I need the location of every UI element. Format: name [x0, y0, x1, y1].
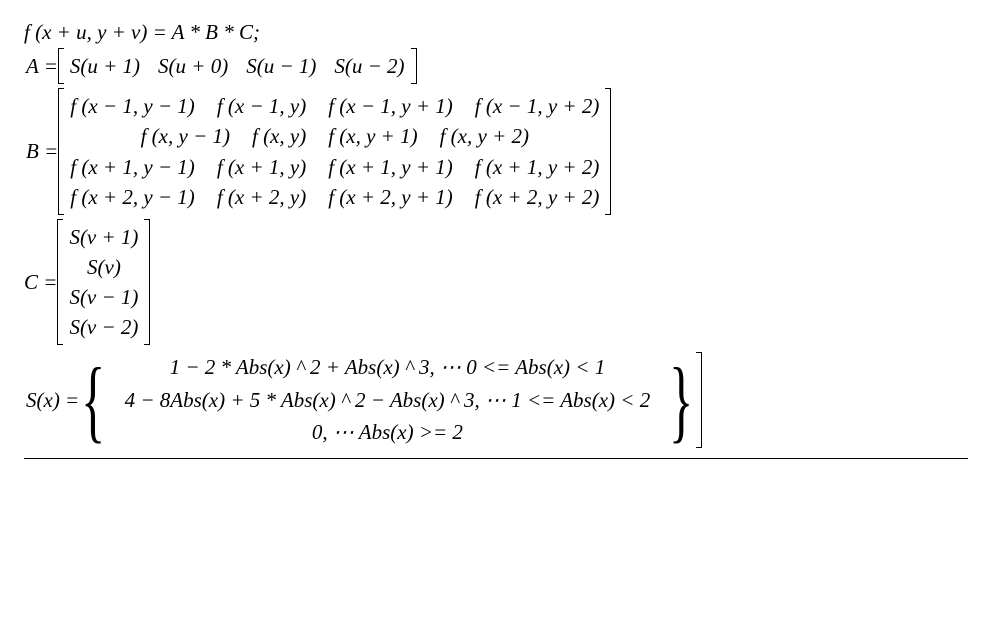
right-bracket-icon [605, 88, 611, 215]
equation-f-definition: f (x + u, y + v) = A * B * C; [24, 20, 968, 44]
c-cell: S(v + 1) [69, 222, 138, 252]
a-cell: S(u − 2) [334, 51, 404, 81]
a-matrix-body: S(u + 1) S(u + 0) S(u − 1) S(u − 2) [64, 48, 411, 84]
b-cell: f (x, y − 1) [141, 121, 230, 151]
a-matrix: S(u + 1) S(u + 0) S(u − 1) S(u − 2) [58, 48, 417, 84]
b-cell: f (x + 2, y + 1) [328, 182, 453, 212]
b-row: f (x, y − 1) f (x, y) f (x, y + 1) f (x,… [70, 121, 599, 151]
b-cell: f (x + 2, y) [217, 182, 306, 212]
s-case: 0, ⋯ Abs(x) >= 2 [113, 417, 661, 447]
s-cases-body: 1 − 2 * Abs(x) ^ 2 + Abs(x) ^ 3, ⋯ 0 <= … [107, 349, 667, 449]
b-matrix: f (x − 1, y − 1) f (x − 1, y) f (x − 1, … [58, 88, 611, 215]
b-row: f (x + 1, y − 1) f (x + 1, y) f (x + 1, … [70, 152, 599, 182]
a-row: S(u + 1) S(u + 0) S(u − 1) S(u − 2) [70, 51, 405, 81]
s-cases: { 1 − 2 * Abs(x) ^ 2 + Abs(x) ^ 3, ⋯ 0 <… [79, 349, 695, 449]
eq-text: f (x + u, y + v) = A * B * C; [24, 20, 260, 44]
b-cell: f (x − 1, y) [217, 91, 306, 121]
a-cell: S(u + 0) [158, 51, 228, 81]
a-lhs: A = [24, 54, 58, 78]
b-cell: f (x − 1, y + 1) [328, 91, 453, 121]
left-brace-icon: { [81, 349, 105, 449]
b-cell: f (x − 1, y + 2) [475, 91, 600, 121]
bottom-divider [24, 458, 968, 459]
c-lhs: C = [24, 270, 57, 294]
b-cell: f (x, y) [252, 121, 306, 151]
b-cell: f (x, y + 2) [440, 121, 529, 151]
c-matrix: S(v + 1) S(v) S(v − 1) S(v − 2) [57, 219, 150, 346]
right-brace-icon: } [669, 349, 693, 449]
a-cell: S(u + 1) [70, 51, 140, 81]
b-cell: f (x + 1, y) [217, 152, 306, 182]
b-row: f (x − 1, y − 1) f (x − 1, y) f (x − 1, … [70, 91, 599, 121]
b-row: f (x + 2, y − 1) f (x + 2, y) f (x + 2, … [70, 182, 599, 212]
b-cell: f (x + 2, y + 2) [475, 182, 600, 212]
b-cell: f (x + 1, y + 2) [475, 152, 600, 182]
right-bracket-icon [411, 48, 417, 84]
b-cell: f (x + 1, y − 1) [70, 152, 195, 182]
equation-s: S(x) = { 1 − 2 * Abs(x) ^ 2 + Abs(x) ^ 3… [24, 349, 968, 449]
b-cell: f (x + 1, y + 1) [328, 152, 453, 182]
s-lhs: S(x) = [24, 388, 79, 412]
b-lhs: B = [24, 139, 58, 163]
a-cell: S(u − 1) [246, 51, 316, 81]
c-cell: S(v) [69, 252, 138, 282]
c-cell: S(v − 2) [69, 312, 138, 342]
b-matrix-body: f (x − 1, y − 1) f (x − 1, y) f (x − 1, … [64, 88, 605, 215]
s-case: 1 − 2 * Abs(x) ^ 2 + Abs(x) ^ 3, ⋯ 0 <= … [113, 352, 661, 382]
c-matrix-body: S(v + 1) S(v) S(v − 1) S(v − 2) [63, 219, 144, 346]
b-cell: f (x − 1, y − 1) [70, 91, 195, 121]
b-cell: f (x, y + 1) [328, 121, 417, 151]
right-bracket-icon [696, 352, 702, 448]
equation-b: B = f (x − 1, y − 1) f (x − 1, y) f (x −… [24, 88, 968, 215]
s-case: 4 − 8Abs(x) + 5 * Abs(x) ^ 2 − Abs(x) ^ … [113, 385, 661, 415]
b-cell: f (x + 2, y − 1) [70, 182, 195, 212]
equation-a: A = S(u + 1) S(u + 0) S(u − 1) S(u − 2) [24, 48, 968, 84]
equation-c: C = S(v + 1) S(v) S(v − 1) S(v − 2) [24, 219, 968, 346]
c-cell: S(v − 1) [69, 282, 138, 312]
right-bracket-icon [144, 219, 150, 346]
